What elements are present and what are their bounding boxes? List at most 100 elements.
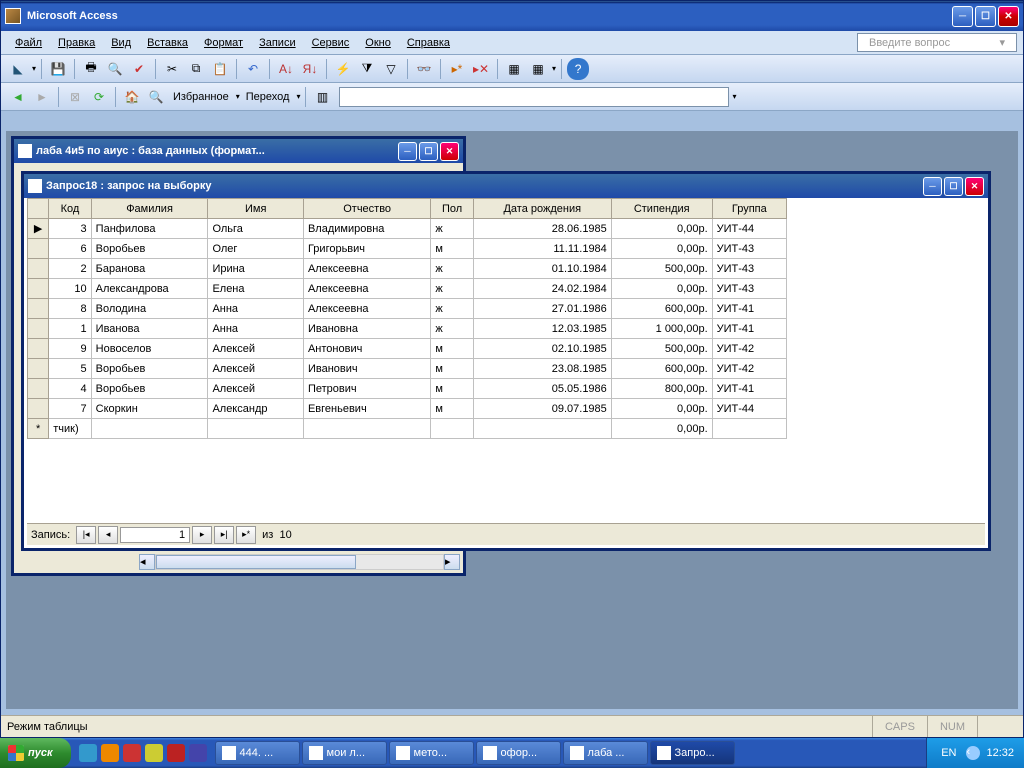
folder-icon[interactable]: ▥	[311, 86, 333, 108]
save-icon[interactable]: 💾	[47, 58, 69, 80]
goto-menu[interactable]: Переход	[242, 91, 294, 103]
print-icon[interactable]: 🖶	[80, 58, 102, 80]
query-grid[interactable]: КодФамилияИмяОтчествоПолДата рожденияСти…	[27, 198, 985, 522]
ql-icon[interactable]	[101, 744, 119, 762]
nav-last-button[interactable]: ▸|	[214, 526, 234, 544]
column-header[interactable]: Отчество	[303, 199, 430, 219]
address-input[interactable]	[339, 87, 729, 107]
task-item[interactable]: Запро...	[650, 741, 735, 765]
back-icon[interactable]: ◄	[7, 86, 29, 108]
table-row[interactable]: 4ВоробьевАлексейПетровичм05.05.1986800,0…	[28, 379, 787, 399]
db-titlebar[interactable]: лаба 4и5 по аиус : база данных (формат..…	[14, 139, 463, 163]
table-row[interactable]: 10АлександроваЕленаАлексеевнаж24.02.1984…	[28, 279, 787, 299]
ask-question-input[interactable]: Введите вопрос ▾	[857, 33, 1017, 52]
find-icon[interactable]: 👓	[413, 58, 435, 80]
query-maximize-button[interactable]: ☐	[944, 177, 963, 196]
nav-new-button[interactable]: ▸*	[236, 526, 256, 544]
titlebar[interactable]: Microsoft Access ─ ☐ ✕	[1, 1, 1023, 31]
nav-next-button[interactable]: ▸	[192, 526, 212, 544]
start-button[interactable]: пуск	[0, 738, 71, 768]
table-row[interactable]: 9НовоселовАлексейАнтоновичм02.10.1985500…	[28, 339, 787, 359]
help-icon[interactable]: ?	[567, 58, 589, 80]
delete-record-icon[interactable]: ▸✕	[470, 58, 492, 80]
print-preview-icon[interactable]: 🔍	[104, 58, 126, 80]
favorites-menu[interactable]: Избранное	[169, 91, 233, 103]
nav-first-button[interactable]: |◂	[76, 526, 96, 544]
column-header[interactable]: Код	[49, 199, 91, 219]
task-item[interactable]: 444. ...	[215, 741, 300, 765]
sort-desc-icon[interactable]: Я↓	[299, 58, 321, 80]
table-row[interactable]: ▶3ПанфиловаОльгаВладимировнаж28.06.19850…	[28, 219, 787, 239]
view-button[interactable]: ◣	[7, 58, 29, 80]
ql-icon[interactable]	[167, 744, 185, 762]
tray-icon[interactable]: ‹	[966, 746, 980, 760]
table-row[interactable]: 7СкоркинАлександрЕвгеньевичм09.07.19850,…	[28, 399, 787, 419]
query-close-button[interactable]: ✕	[965, 177, 984, 196]
column-header[interactable]: Имя	[208, 199, 304, 219]
search-icon[interactable]: 🔍	[145, 86, 167, 108]
maximize-button[interactable]: ☐	[975, 6, 996, 27]
filter-selection-icon[interactable]: ⚡	[332, 58, 354, 80]
menu-window[interactable]: Окно	[357, 34, 399, 52]
chevron-down-icon[interactable]: ▾	[991, 33, 1013, 52]
db-minimize-button[interactable]: ─	[398, 142, 417, 161]
lang-indicator[interactable]: EN	[937, 747, 960, 759]
nav-prev-button[interactable]: ◂	[98, 526, 118, 544]
table-new-row[interactable]: *тчик)0,00р.	[28, 419, 787, 439]
task-item[interactable]: мои л...	[302, 741, 387, 765]
task-item[interactable]: офор...	[476, 741, 561, 765]
spell-icon[interactable]: ✔	[128, 58, 150, 80]
task-item[interactable]: мето...	[389, 741, 474, 765]
menu-view[interactable]: Вид	[103, 34, 139, 52]
stop-icon[interactable]: ⊠	[64, 86, 86, 108]
new-record-icon[interactable]: ▸*	[446, 58, 468, 80]
db-window-icon[interactable]: ▦	[503, 58, 525, 80]
table-row[interactable]: 6ВоробьевОлегГригорьвичм11.11.19840,00р.…	[28, 239, 787, 259]
copy-icon[interactable]: ⧉	[185, 58, 207, 80]
db-maximize-button[interactable]: ☐	[419, 142, 438, 161]
table-row[interactable]: 5ВоробьевАлексейИвановичм23.08.1985600,0…	[28, 359, 787, 379]
filter-form-icon[interactable]: ⧩	[356, 58, 378, 80]
close-button[interactable]: ✕	[998, 6, 1019, 27]
column-header[interactable]: Пол	[431, 199, 473, 219]
scroll-right-icon[interactable]: ▸	[444, 554, 460, 570]
ql-icon[interactable]	[189, 744, 207, 762]
ql-icon[interactable]	[145, 744, 163, 762]
ql-icon[interactable]	[123, 744, 141, 762]
menu-format[interactable]: Формат	[196, 34, 251, 52]
query-minimize-button[interactable]: ─	[923, 177, 942, 196]
ql-icon[interactable]	[79, 744, 97, 762]
column-header[interactable]: Стипендия	[611, 199, 712, 219]
new-object-icon[interactable]: ▦	[527, 58, 549, 80]
filter-toggle-icon[interactable]: ▽	[380, 58, 402, 80]
clock[interactable]: 12:32	[986, 747, 1014, 759]
task-item[interactable]: лаба ...	[563, 741, 648, 765]
scroll-left-icon[interactable]: ◂	[139, 554, 155, 570]
menu-file[interactable]: Файл	[7, 34, 50, 52]
table-row[interactable]: 2БарановаИринаАлексеевнаж01.10.1984500,0…	[28, 259, 787, 279]
minimize-button[interactable]: ─	[952, 6, 973, 27]
menu-help[interactable]: Справка	[399, 34, 458, 52]
undo-icon[interactable]: ↶	[242, 58, 264, 80]
table-row[interactable]: 8ВолодинаАннаАлексеевнаж27.01.1986600,00…	[28, 299, 787, 319]
menu-records[interactable]: Записи	[251, 34, 304, 52]
query-titlebar[interactable]: Запрос18 : запрос на выборку ─ ☐ ✕	[24, 174, 988, 198]
forward-icon[interactable]: ►	[31, 86, 53, 108]
cut-icon[interactable]: ✂	[161, 58, 183, 80]
column-header[interactable]: Фамилия	[91, 199, 208, 219]
column-header[interactable]: Дата рождения	[473, 199, 611, 219]
menu-tools[interactable]: Сервис	[304, 34, 358, 52]
nav-record-input[interactable]	[120, 527, 190, 543]
db-close-button[interactable]: ✕	[440, 142, 459, 161]
table-row[interactable]: 1ИвановаАннаИвановнаж12.03.19851 000,00р…	[28, 319, 787, 339]
home-icon[interactable]: 🏠	[121, 86, 143, 108]
menu-insert[interactable]: Вставка	[139, 34, 196, 52]
menu-edit[interactable]: Правка	[50, 34, 103, 52]
sort-asc-icon[interactable]: A↓	[275, 58, 297, 80]
query-window[interactable]: Запрос18 : запрос на выборку ─ ☐ ✕ КодФа…	[21, 171, 991, 551]
chevron-down-icon[interactable]: ▾	[731, 92, 736, 101]
column-header[interactable]: Группа	[712, 199, 786, 219]
refresh-icon[interactable]: ⟳	[88, 86, 110, 108]
db-hscrollbar[interactable]: ◂ ▸	[139, 554, 460, 570]
paste-icon[interactable]: 📋	[209, 58, 231, 80]
